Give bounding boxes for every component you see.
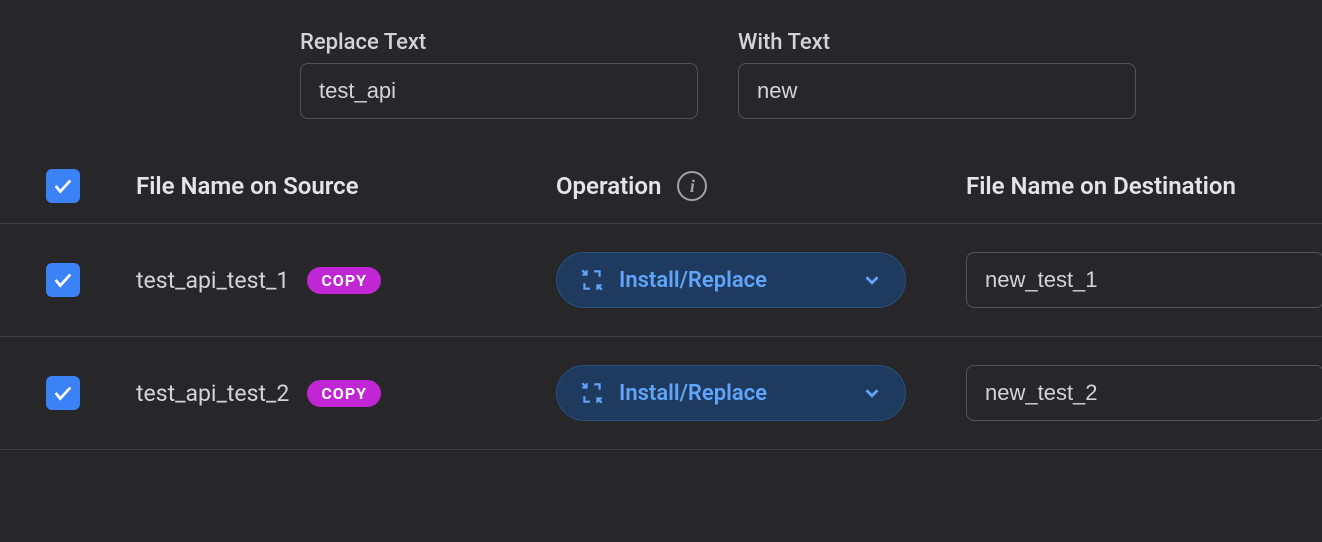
replace-text-label: Replace Text [300, 30, 698, 55]
column-operation-label: Operation [556, 172, 661, 200]
destination-input[interactable] [966, 365, 1322, 421]
table-row: test_api_test_2 COPY Install/Replace [0, 337, 1322, 450]
swap-icon [579, 380, 605, 406]
source-cell: test_api_test_1 COPY [136, 267, 556, 294]
chevron-down-icon [861, 382, 883, 404]
row-checkbox[interactable] [46, 376, 80, 410]
info-icon[interactable]: i [677, 171, 707, 201]
chevron-down-icon [861, 269, 883, 291]
row-select-cell [46, 263, 136, 297]
check-icon [52, 382, 74, 404]
operation-cell: Install/Replace [556, 365, 966, 421]
destination-cell [966, 252, 1322, 308]
source-cell: test_api_test_2 COPY [136, 380, 556, 407]
column-source-title: File Name on Source [136, 172, 556, 200]
with-text-group: With Text [738, 30, 1136, 119]
with-text-label: With Text [738, 30, 1136, 55]
source-filename: test_api_test_1 [136, 267, 289, 294]
replace-with-section: Replace Text With Text [0, 0, 1322, 149]
column-operation-title: Operation i [556, 171, 966, 201]
select-all-checkbox[interactable] [46, 169, 80, 203]
replace-text-group: Replace Text [300, 30, 698, 119]
with-text-input[interactable] [738, 63, 1136, 119]
destination-cell [966, 365, 1322, 421]
source-filename: test_api_test_2 [136, 380, 289, 407]
copy-badge: COPY [307, 380, 381, 407]
replace-text-input[interactable] [300, 63, 698, 119]
check-icon [52, 269, 74, 291]
check-icon [52, 175, 74, 197]
row-select-cell [46, 376, 136, 410]
operation-select[interactable]: Install/Replace [556, 365, 906, 421]
select-all-cell [46, 169, 136, 203]
copy-badge: COPY [307, 267, 381, 294]
file-table-header: File Name on Source Operation i File Nam… [0, 149, 1322, 224]
destination-input[interactable] [966, 252, 1322, 308]
operation-select[interactable]: Install/Replace [556, 252, 906, 308]
table-row: test_api_test_1 COPY Install/Replace [0, 224, 1322, 337]
operation-label: Install/Replace [619, 381, 847, 406]
operation-label: Install/Replace [619, 268, 847, 293]
row-checkbox[interactable] [46, 263, 80, 297]
operation-cell: Install/Replace [556, 252, 966, 308]
column-destination-title: File Name on Destination [966, 172, 1322, 200]
swap-icon [579, 267, 605, 293]
